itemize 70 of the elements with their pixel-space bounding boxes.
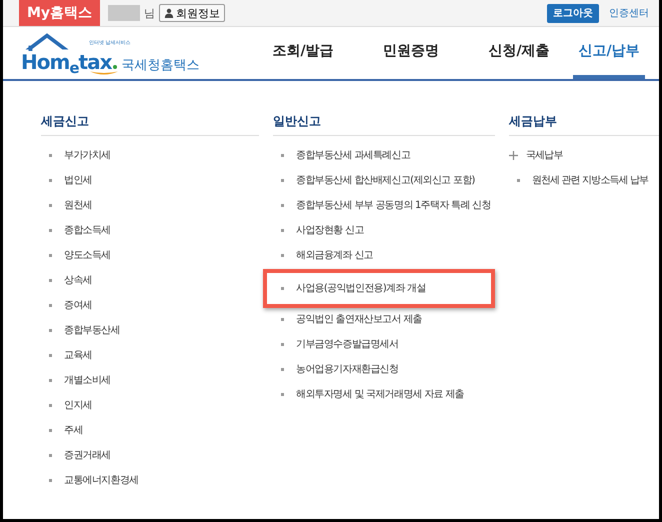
bullet-icon — [281, 287, 284, 290]
bullet-icon — [49, 304, 52, 307]
smile-swoosh-icon — [89, 70, 119, 76]
bullet-icon — [49, 254, 52, 257]
bullet-icon — [281, 204, 284, 207]
bullet-icon — [281, 343, 284, 346]
menu-link[interactable]: 증여세 — [64, 298, 92, 313]
certificate-center-link[interactable]: 인증센터 — [609, 6, 649, 20]
user-suffix: 님 — [144, 6, 156, 20]
menu-link[interactable]: 종합부동산세 — [64, 323, 120, 338]
bullet-icon — [49, 204, 52, 207]
menu-link[interactable]: 사업장현황 신고 — [296, 223, 364, 238]
column-heading: 세금납부 — [509, 113, 558, 130]
menu-link[interactable]: 양도소득세 — [64, 248, 111, 263]
menu-link[interactable]: 법인세 — [64, 173, 92, 188]
bullet-icon — [281, 254, 284, 257]
bullet-icon — [49, 279, 52, 282]
bullet-icon — [281, 154, 284, 157]
bullet-icon — [49, 479, 52, 482]
redacted-name — [108, 5, 140, 21]
nav-tab[interactable]: 신청/제출 — [465, 27, 573, 79]
menu-link[interactable]: 증권거래세 — [64, 448, 111, 463]
bullet-icon — [281, 179, 284, 182]
bullet-icon — [49, 454, 52, 457]
nav-tab[interactable]: 신고/납부 — [573, 27, 645, 79]
menu-link[interactable]: 종합부동산세 합산배제신고(제외신고 포함) — [296, 173, 475, 188]
logout-button[interactable]: 로그아웃 — [547, 4, 599, 22]
bullet-icon — [49, 329, 52, 332]
menu-link[interactable]: 종합소득세 — [64, 223, 111, 238]
menu-link[interactable]: 종합부동산세 부부 공동명의 1주택자 특례 신청 — [296, 198, 491, 213]
menu-link[interactable]: 사업용(공익법인전용)계좌 개설 — [296, 281, 426, 296]
bullet-icon — [49, 404, 52, 407]
member-info-button[interactable]: 회원정보 — [159, 4, 226, 22]
bullet-icon — [281, 229, 284, 232]
menu-link[interactable]: 농어업용기자재환급신청 — [296, 362, 398, 377]
bullet-icon — [49, 154, 52, 157]
bullet-icon — [49, 429, 52, 432]
bullet-icon — [49, 354, 52, 357]
menu-link[interactable]: 교육세 — [64, 348, 92, 363]
logo-name: 국세청홈택스 — [121, 57, 200, 74]
plus-icon — [509, 151, 518, 160]
person-icon — [164, 8, 174, 18]
nav-tab[interactable]: 민원증명 — [357, 27, 465, 79]
logo-wordmark: Hom$_{e}$tax — [21, 50, 112, 74]
nav-tab[interactable]: 조회/발급 — [249, 27, 357, 79]
menu-link[interactable]: 부가가치세 — [64, 148, 111, 163]
bullet-icon — [281, 368, 284, 371]
menu-link[interactable]: 원천세 — [64, 198, 92, 213]
menu-link[interactable]: 종합부동산세 과세특례신고 — [296, 148, 410, 163]
menu-link[interactable]: 해외투자명세 및 국제거래명세 자료 제출 — [296, 387, 464, 402]
logo-dot-icon — [113, 65, 118, 69]
column-heading: 일반신고 — [273, 113, 322, 130]
menu-link[interactable]: 인지세 — [64, 398, 92, 413]
bullet-icon — [281, 318, 284, 321]
column-heading: 세금신고 — [41, 113, 90, 130]
menu-link[interactable]: 국세납부 — [526, 148, 562, 163]
menu-link[interactable]: 상속세 — [64, 273, 92, 288]
bullet-icon — [49, 179, 52, 182]
menu-link[interactable]: 해외금융계좌 신고 — [296, 248, 373, 263]
bullet-icon — [49, 229, 52, 232]
bullet-icon — [517, 179, 520, 182]
menu-link[interactable]: 개별소비세 — [64, 373, 111, 388]
bullet-icon — [281, 393, 284, 396]
menu-link[interactable]: 원천세 관련 지방소득세 납부 — [532, 173, 648, 188]
my-hometax-button[interactable]: My홈택스 — [19, 0, 100, 26]
bullet-icon — [49, 379, 52, 382]
menu-link[interactable]: 공익법인 출연재산보고서 제출 — [296, 312, 422, 327]
menu-link[interactable]: 주세 — [64, 423, 83, 438]
menu-link[interactable]: 교통에너지환경세 — [64, 473, 138, 488]
menu-link[interactable]: 기부금영수증발급명세서 — [296, 337, 398, 352]
